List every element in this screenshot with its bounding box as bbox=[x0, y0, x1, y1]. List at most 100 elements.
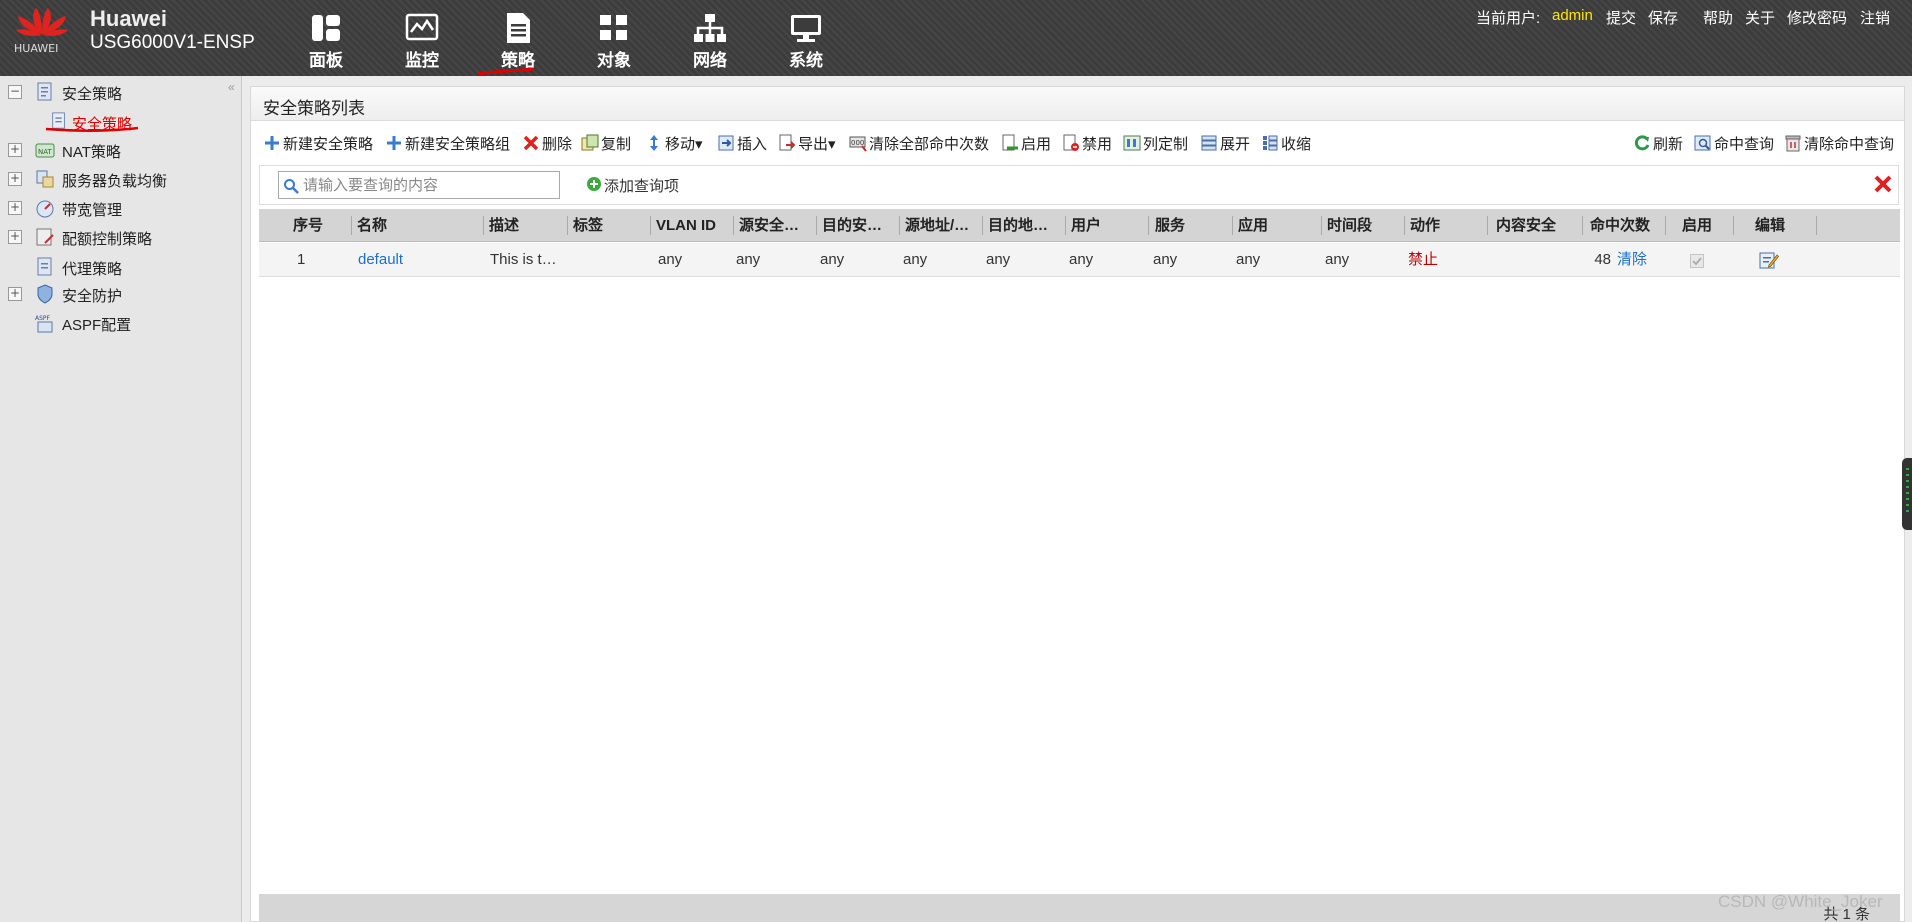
col-src-zone[interactable]: 源安全… bbox=[739, 209, 811, 242]
col-dst-zone[interactable]: 目的安… bbox=[822, 209, 894, 242]
logo-text: HUAWEI bbox=[14, 42, 59, 55]
svg-text:ASPF: ASPF bbox=[35, 315, 51, 322]
nav-monitor[interactable]: 监控 bbox=[377, 8, 467, 70]
expand-toggle[interactable]: + bbox=[8, 201, 22, 215]
expand-toggle[interactable]: + bbox=[8, 172, 22, 186]
collapse-icon bbox=[1263, 135, 1278, 151]
sidebar-item-label: 带宽管理 bbox=[62, 202, 123, 219]
toolbar-label: 启用 bbox=[1021, 136, 1052, 153]
cell-dst-zone: any bbox=[820, 251, 845, 268]
nav-policy[interactable]: 策略 bbox=[473, 8, 563, 70]
move-dropdown[interactable]: 移动▾ bbox=[645, 132, 703, 156]
nav-dashboard[interactable]: 面板 bbox=[281, 8, 371, 70]
col-hit-count[interactable]: 命中次数 bbox=[1590, 209, 1668, 242]
cell-time-range: any bbox=[1325, 251, 1350, 268]
col-application[interactable]: 应用 bbox=[1238, 209, 1318, 242]
sidebar-item-nat-policy[interactable]: + NAT NAT策略 bbox=[0, 138, 240, 162]
col-content-security[interactable]: 内容安全 bbox=[1496, 209, 1576, 242]
col-service[interactable]: 服务 bbox=[1155, 209, 1227, 242]
clear-hit-query-button[interactable]: 清除命中查询 bbox=[1784, 132, 1902, 156]
clear-all-hits-button[interactable]: 000 清除全部命中次数 bbox=[849, 132, 997, 156]
new-policy-button[interactable]: 新建安全策略 bbox=[263, 132, 375, 156]
export-dropdown[interactable]: 导出▾ bbox=[778, 132, 836, 156]
customize-columns-button[interactable]: 列定制 bbox=[1123, 132, 1191, 156]
search-input[interactable] bbox=[303, 174, 553, 196]
search-icon bbox=[284, 179, 299, 194]
nav-network[interactable]: 网络 bbox=[665, 8, 755, 70]
panel-title-bar: 安全策略列表 bbox=[251, 87, 1904, 121]
sidebar-item-bandwidth[interactable]: + 带宽管理 bbox=[0, 196, 240, 220]
col-description[interactable]: 描述 bbox=[489, 209, 549, 242]
cell-src-zone: any bbox=[736, 251, 761, 268]
hit-query-button[interactable]: 命中查询 bbox=[1694, 132, 1780, 156]
device-model: USG6000V1-ENSP bbox=[90, 32, 255, 53]
clear-hits-link[interactable]: 清除 bbox=[1617, 243, 1657, 277]
hit-query-icon bbox=[1694, 135, 1711, 151]
col-user[interactable]: 用户 bbox=[1071, 209, 1143, 242]
cell-action-deny: 禁止 bbox=[1408, 251, 1439, 268]
search-box[interactable] bbox=[278, 171, 560, 199]
expand-toggle[interactable]: + bbox=[8, 230, 22, 244]
delete-button[interactable]: 删除 bbox=[522, 132, 574, 156]
sidebar-item-load-balance[interactable]: + 服务器负载均衡 bbox=[0, 167, 240, 191]
expand-toggle[interactable]: + bbox=[8, 287, 22, 301]
col-src-addr[interactable]: 源地址/… bbox=[905, 209, 977, 242]
col-index[interactable]: 序号 bbox=[293, 209, 341, 242]
sidebar-item-label: 代理策略 bbox=[62, 261, 123, 278]
column-divider bbox=[1065, 216, 1066, 235]
save-link[interactable]: 保存 bbox=[1648, 7, 1678, 28]
col-dst-addr[interactable]: 目的地… bbox=[988, 209, 1060, 242]
cell-index: 1 bbox=[297, 251, 306, 268]
policy-name-link[interactable]: default bbox=[358, 243, 468, 277]
col-edit[interactable]: 编辑 bbox=[1755, 209, 1805, 242]
enabled-checkbox[interactable] bbox=[1690, 254, 1704, 268]
insert-button[interactable]: 插入 bbox=[717, 132, 769, 156]
annotation-underline bbox=[477, 67, 535, 76]
enable-button[interactable]: 启用 bbox=[1001, 132, 1056, 156]
insert-icon bbox=[718, 135, 734, 151]
nav-object[interactable]: 对象 bbox=[569, 8, 659, 70]
copy-button[interactable]: 复制 bbox=[581, 132, 636, 156]
side-handle[interactable] bbox=[1902, 458, 1912, 530]
column-divider bbox=[351, 216, 352, 235]
expand-all-button[interactable]: 展开 bbox=[1200, 132, 1252, 156]
sidebar-item-aspf[interactable]: ASPF ASPF配置 bbox=[0, 311, 240, 335]
column-divider bbox=[1148, 216, 1149, 235]
refresh-button[interactable]: 刷新 bbox=[1633, 132, 1685, 156]
sidebar-item-quota[interactable]: + 配额控制策略 bbox=[0, 225, 240, 249]
toolbar-label: 新建安全策略 bbox=[283, 136, 374, 153]
disable-button[interactable]: 禁用 bbox=[1062, 132, 1117, 156]
nav-system[interactable]: 系统 bbox=[761, 8, 851, 70]
dashboard-icon bbox=[312, 15, 340, 41]
nav-label: 监控 bbox=[405, 51, 439, 70]
col-tag[interactable]: 标签 bbox=[573, 209, 633, 242]
collapse-all-button[interactable]: 收缩 bbox=[1261, 132, 1313, 156]
help-link[interactable]: 帮助 bbox=[1703, 7, 1733, 28]
sidebar-item-security-protection[interactable]: + 安全防护 bbox=[0, 282, 240, 306]
current-user-label: 当前用户: bbox=[1476, 10, 1541, 27]
brand-name: Huawei bbox=[90, 6, 168, 31]
system-icon bbox=[791, 15, 821, 42]
col-name[interactable]: 名称 bbox=[357, 209, 453, 242]
col-vlan[interactable]: VLAN ID bbox=[656, 209, 732, 242]
collapse-toggle[interactable]: − bbox=[8, 85, 22, 99]
sidebar-item-security-policy-group[interactable]: − 安全策略 bbox=[0, 80, 240, 104]
logout-link[interactable]: 注销 bbox=[1860, 7, 1890, 28]
nav-label: 系统 bbox=[789, 51, 823, 70]
add-circle-icon bbox=[587, 177, 601, 191]
col-enabled[interactable]: 启用 bbox=[1682, 209, 1732, 242]
sidebar-item-security-policy[interactable]: 安全策略 bbox=[0, 110, 240, 134]
table-row[interactable]: 1 default This is t… any any any any any… bbox=[259, 243, 1900, 277]
sidebar-item-proxy[interactable]: 代理策略 bbox=[0, 255, 240, 279]
col-time-range[interactable]: 时间段 bbox=[1327, 209, 1399, 242]
edit-icon[interactable] bbox=[1759, 251, 1779, 269]
close-icon[interactable] bbox=[1872, 173, 1894, 195]
expand-toggle[interactable]: + bbox=[8, 143, 22, 157]
col-action[interactable]: 动作 bbox=[1410, 209, 1482, 242]
toolbar-label: 禁用 bbox=[1082, 136, 1113, 153]
change-password-link[interactable]: 修改密码 bbox=[1787, 7, 1847, 28]
submit-link[interactable]: 提交 bbox=[1606, 7, 1636, 28]
panel-title: 安全策略列表 bbox=[263, 99, 365, 118]
about-link[interactable]: 关于 bbox=[1745, 7, 1775, 28]
new-policy-group-button[interactable]: 新建安全策略组 bbox=[385, 132, 513, 156]
